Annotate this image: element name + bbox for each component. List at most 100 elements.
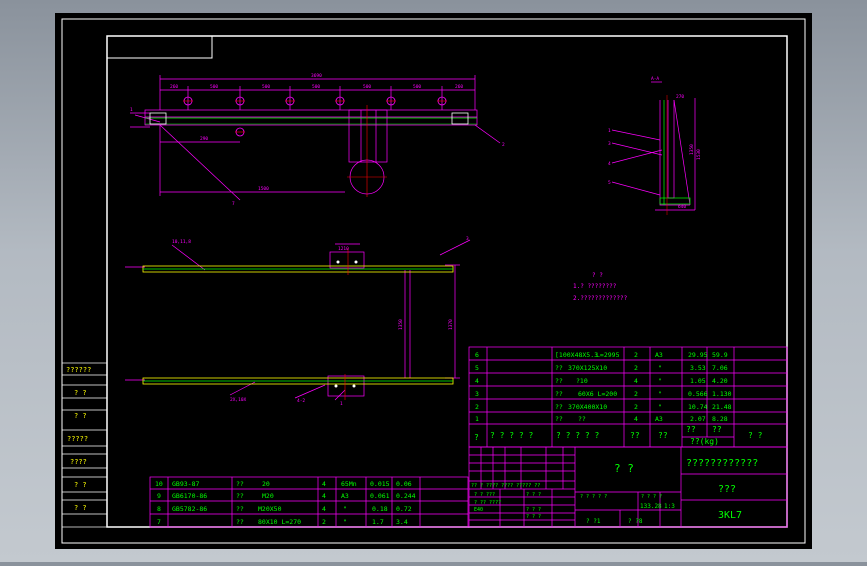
top-dim-seg-2: 500 [210, 84, 218, 90]
std-part-spec: 20 [262, 480, 270, 488]
std-part-unit-weight: 1.7 [372, 518, 384, 526]
std-part-code: GB6170-86 [172, 492, 207, 500]
top-dim-seg-6: 500 [413, 84, 421, 90]
side-dim-height: 1350 [398, 319, 404, 330]
part-material: " [658, 390, 662, 398]
section-dim-3: 1530 [696, 149, 702, 160]
part-total-weight: 4.20 [712, 377, 728, 385]
part-no: 4 [475, 377, 479, 385]
part-total-weight: 1.130 [712, 390, 732, 398]
part-qty: 4 [634, 415, 638, 423]
part-name: ?? [555, 403, 563, 411]
left-label-4: ????? [67, 435, 88, 443]
top-leader-2: 2 [502, 142, 505, 148]
mini-label-6: ? ? ? [526, 514, 541, 520]
std-part-spec: M20 [262, 492, 274, 500]
section-leader-3: 3 [608, 141, 611, 147]
std-part-qty: 4 [322, 492, 326, 500]
std-part-name: ?? [236, 492, 244, 500]
drawing-canvas[interactable]: ?????? ? ? ? ? ????? ???? ? ? ? ? 3690 2… [0, 0, 867, 562]
std-part-spec: 80X10 L=270 [258, 518, 301, 526]
drawing-name[interactable]: ???????????? [686, 458, 758, 469]
part-spec: 370X125X10 [568, 364, 607, 372]
std-part-material: A3 [341, 492, 349, 500]
section-leader-1: 1 [608, 128, 611, 134]
std-part-name: ?? [236, 518, 244, 526]
section-dim-1: 270 [676, 94, 684, 100]
top-dim-seg-4: 500 [312, 84, 320, 90]
mini-label-4: E40 [474, 507, 483, 513]
top-dim-seg-3: 500 [262, 84, 270, 90]
part-spec: ?? [578, 415, 586, 423]
part-qty: 4 [634, 377, 638, 385]
header-total-weight: ?? [712, 425, 722, 434]
left-label-7: ? ? [74, 504, 87, 512]
part-no: 5 [475, 364, 479, 372]
part-name: ?? [555, 364, 563, 372]
cad-viewport[interactable]: ?????? ? ? ? ? ????? ???? ? ? ? ? 3690 2… [0, 0, 867, 562]
part-unit-weight: 0.566 [688, 390, 708, 398]
part-material: " [658, 364, 662, 372]
top-leader-1: 1 [130, 107, 133, 113]
std-part-code: GB5782-86 [172, 505, 207, 513]
top-dim-bottom: 1500 [258, 186, 269, 192]
part-qty: 2 [634, 351, 638, 359]
drawing-code[interactable]: 3KL7 [718, 510, 742, 521]
part-name: ?? [555, 390, 563, 398]
part-spec: 370X400X10 [568, 403, 607, 411]
left-label-2: ? ? [74, 389, 87, 397]
header-unit-weight: ?? [686, 425, 696, 434]
header-material: ?? [658, 431, 668, 440]
company-name: ??? [718, 484, 736, 495]
mini-label-3: ? ? ? [526, 492, 541, 498]
std-part-no: 10 [155, 480, 163, 488]
std-part-no: 8 [157, 505, 161, 513]
title-row-b: ? ? ??? [474, 492, 495, 498]
part-unit-weight: 3.53 [690, 364, 706, 372]
header-weight-unit: ??(kg) [690, 437, 719, 446]
mini-label-1: ? ? ? ? ? [580, 494, 607, 500]
top-leader-7: 7 [232, 201, 235, 207]
std-part-total-weight: 3.4 [396, 518, 408, 526]
side-dim-height-2: 1370 [448, 319, 454, 330]
section-leader-4: 4 [608, 161, 611, 167]
part-unit-weight: 10.74 [688, 403, 708, 411]
std-part-no: 7 [157, 518, 161, 526]
std-part-total-weight: 0.244 [396, 492, 416, 500]
std-part-qty: 4 [322, 480, 326, 488]
part-qty: 2 [634, 390, 638, 398]
std-part-material: " [343, 518, 347, 526]
std-part-qty: 2 [322, 518, 326, 526]
left-label-6: ? ? [74, 481, 87, 489]
section-label: A-A [651, 76, 659, 82]
part-name: ?? [555, 377, 563, 385]
part-total-weight: 59.9 [712, 351, 728, 359]
weight-value: 133.28 [640, 503, 662, 510]
side-leader-top-right: 3 [466, 236, 469, 242]
part-material: A3 [655, 351, 663, 359]
std-part-unit-weight: 0.015 [370, 480, 390, 488]
part-spec: ?10 [576, 377, 588, 385]
notes-title: ? ? [592, 272, 603, 279]
std-part-total-weight: 0.06 [396, 480, 412, 488]
top-dim-lower: 290 [200, 136, 208, 142]
notes-line-2: 2.????????????? [573, 295, 628, 302]
part-spec: L=2995 [596, 351, 620, 359]
part-name: ?? [555, 415, 563, 423]
part-material: " [658, 377, 662, 385]
part-name: [100X48X5.3 [555, 351, 598, 359]
left-label-5: ???? [70, 458, 87, 466]
header-name: ? ? ? ? ? [490, 431, 534, 440]
header-spec: ? ? ? ? ? [556, 431, 600, 440]
part-qty: 2 [634, 364, 638, 372]
section-dim-4: 640 [678, 204, 686, 210]
sheet-count: ? ?8 [628, 518, 643, 525]
side-leader-top-left: 10,11,8 [172, 239, 191, 245]
side-leader-bottom-left: 2X,10X [230, 397, 247, 403]
top-dim-seg-7: 260 [455, 84, 463, 90]
part-total-weight: 21.48 [712, 403, 732, 411]
sheet-no: ? ?1 [586, 518, 601, 525]
part-no: 1 [475, 415, 479, 423]
std-part-spec: M20X50 [258, 505, 282, 513]
std-part-name: ?? [236, 480, 244, 488]
